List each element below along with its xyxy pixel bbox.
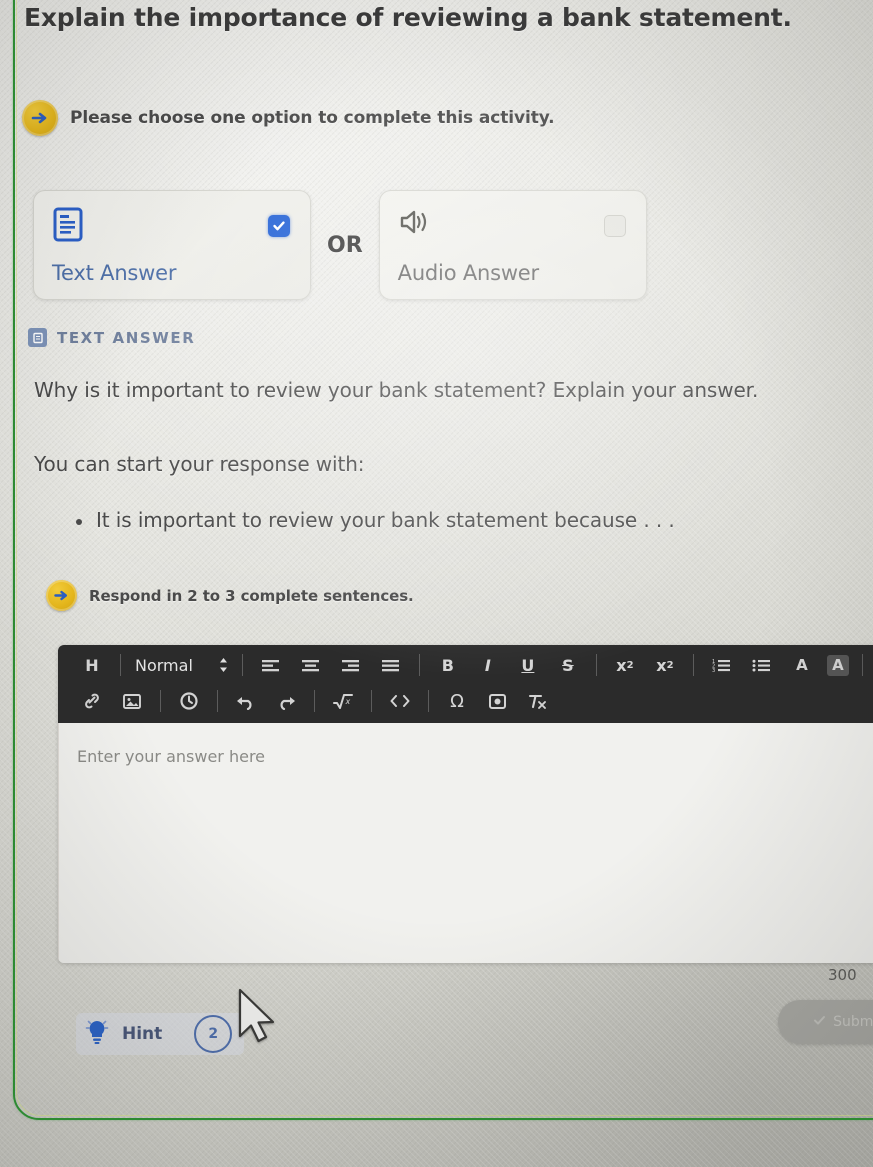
- insert-image-button[interactable]: [117, 687, 147, 715]
- editor-toolbar-row-2: x Ω: [58, 683, 873, 719]
- hint-count-badge: 2: [194, 1015, 233, 1053]
- choose-option-text: Please choose one option to complete thi…: [70, 108, 555, 128]
- respond-length-text: Respond in 2 to 3 complete sentences.: [89, 586, 414, 605]
- paragraph-format-value: Normal: [135, 655, 193, 675]
- insert-media-button[interactable]: [482, 687, 512, 715]
- prompt-question: Why is it important to review your bank …: [34, 378, 759, 402]
- answer-input-placeholder: Enter your answer here: [77, 747, 266, 766]
- text-answer-section-header: TEXT ANSWER: [28, 328, 195, 347]
- code-button[interactable]: [385, 687, 415, 715]
- toolbar-divider: [371, 690, 372, 712]
- toolbar-divider: [120, 654, 121, 676]
- lightbulb-icon: [84, 1018, 110, 1050]
- history-button[interactable]: [174, 687, 204, 715]
- editor-toolbar-row-1: H Normal B I U S x 2 x 2 1 2 3 A A: [58, 647, 873, 683]
- option-card-audio-answer[interactable]: Audio Answer: [378, 190, 647, 300]
- strikethrough-button[interactable]: S: [553, 651, 583, 679]
- toolbar-divider: [160, 690, 161, 712]
- option-checkbox-audio-answer[interactable]: [603, 215, 626, 237]
- option-label-audio-answer: Audio Answer: [397, 261, 540, 285]
- option-checkbox-text-answer[interactable]: [268, 215, 290, 237]
- character-count: 300: [828, 966, 857, 984]
- highlight-color-button[interactable]: A: [826, 654, 849, 676]
- undo-button[interactable]: [231, 687, 261, 715]
- screenshot-root: Explain the importance of reviewing a ba…: [0, 0, 873, 1167]
- formula-button[interactable]: x: [328, 687, 358, 715]
- document-text-icon: [28, 328, 47, 347]
- respond-length-callout: Respond in 2 to 3 complete sentences.: [46, 580, 414, 611]
- document-text-icon: [52, 207, 84, 247]
- align-center-button[interactable]: [296, 651, 326, 679]
- align-left-button[interactable]: [256, 651, 286, 679]
- rich-text-editor: H Normal B I U S x 2 x 2 1 2 3 A A x Ω E…: [58, 645, 873, 963]
- hint-button-label: Hint: [122, 1024, 163, 1044]
- subscript-button[interactable]: x2: [610, 651, 640, 679]
- activity-content: Explain the importance of reviewing a ba…: [0, 0, 873, 1167]
- clear-formatting-button[interactable]: [522, 687, 552, 715]
- insert-link-button[interactable]: [77, 687, 107, 715]
- or-separator-label: OR: [327, 232, 363, 258]
- toolbar-divider: [861, 654, 863, 676]
- starter-bullet-list-item: It is important to review your bank stat…: [76, 508, 836, 532]
- align-justify-button[interactable]: [376, 651, 406, 679]
- toolbar-divider: [595, 654, 597, 676]
- superscript-index: 2: [666, 659, 674, 671]
- svg-text:3: 3: [712, 668, 715, 673]
- submit-button[interactable]: Submit: [778, 1000, 873, 1044]
- bullet-point-icon: [76, 519, 82, 525]
- speaker-icon: [398, 207, 432, 241]
- submit-button-label: Submit: [833, 1014, 873, 1030]
- text-answer-section-label: TEXT ANSWER: [57, 328, 196, 347]
- page-title: Explain the importance of reviewing a ba…: [24, 3, 792, 32]
- subscript-base: x: [616, 655, 627, 675]
- redo-button[interactable]: [271, 687, 301, 715]
- superscript-button[interactable]: x2: [650, 651, 680, 679]
- align-right-button[interactable]: [336, 651, 366, 679]
- arrow-right-icon: [22, 100, 58, 136]
- ordered-list-button[interactable]: 123: [707, 651, 737, 679]
- toolbar-divider: [428, 690, 429, 712]
- toolbar-divider: [418, 654, 420, 676]
- answer-input-area[interactable]: Enter your answer here: [58, 723, 873, 963]
- starter-bullet-text: It is important to review your bank stat…: [96, 508, 675, 532]
- toolbar-divider: [692, 654, 694, 676]
- special-character-button[interactable]: Ω: [442, 687, 472, 715]
- italic-button[interactable]: I: [473, 651, 503, 679]
- toolbar-divider: [217, 690, 218, 712]
- underline-button[interactable]: U: [513, 651, 543, 679]
- prompt-starter-intro: You can start your response with:: [34, 452, 365, 476]
- chevron-updown-icon: [219, 657, 228, 673]
- unordered-list-button[interactable]: [747, 651, 777, 679]
- option-card-text-answer[interactable]: Text Answer: [33, 190, 311, 300]
- paragraph-format-select[interactable]: Normal: [135, 656, 228, 675]
- svg-text:x: x: [345, 697, 351, 706]
- editor-toolbar: H Normal B I U S x 2 x 2 1 2 3 A A x Ω: [58, 645, 873, 723]
- answer-mode-options: Text Answer OR Audio Answer: [33, 190, 647, 300]
- hint-button[interactable]: Hint 2: [76, 1013, 245, 1055]
- superscript-base: x: [656, 655, 667, 675]
- choose-option-callout: Please choose one option to complete thi…: [22, 100, 555, 136]
- option-label-text-answer: Text Answer: [52, 261, 177, 285]
- toolbar-divider: [314, 690, 315, 712]
- bold-button[interactable]: B: [433, 651, 463, 679]
- heading-button[interactable]: H: [77, 651, 107, 679]
- arrow-right-icon: [46, 580, 77, 611]
- text-color-button[interactable]: A: [787, 651, 817, 679]
- check-icon: [813, 1014, 826, 1031]
- subscript-index: 2: [626, 659, 634, 671]
- toolbar-divider: [241, 654, 243, 676]
